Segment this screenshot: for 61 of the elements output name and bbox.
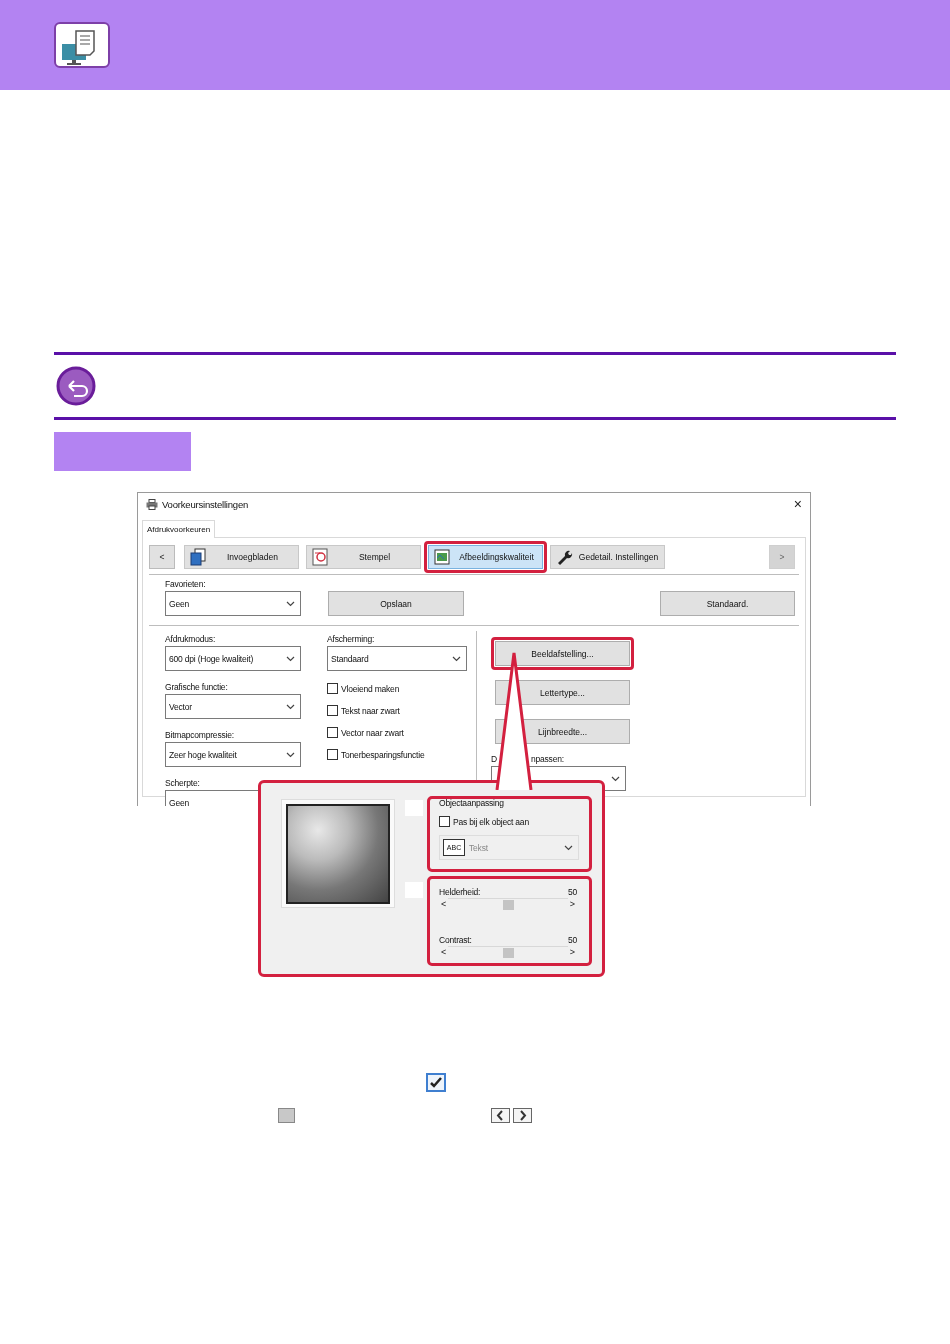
caret-icon — [286, 600, 295, 607]
checkbox[interactable] — [327, 705, 338, 716]
stamp-icon — [311, 548, 329, 566]
tab[interactable]: Afdrukvoorkeuren — [142, 520, 216, 538]
dropdown[interactable]: Vector — [165, 694, 301, 719]
checkbox-label: Vloeiend maken — [341, 683, 400, 694]
category-tab[interactable]: Afbeeldingskwaliteit — [428, 545, 543, 569]
field-label: Grafische functie: — [165, 682, 229, 693]
slider-value: 50 — [567, 887, 577, 898]
checkbox[interactable] — [327, 683, 338, 694]
field-label: D — [491, 754, 497, 765]
caret-icon — [564, 844, 573, 851]
checkbox-label: Tonerbesparingsfunctie — [341, 749, 425, 760]
save-button[interactable]: Opslaan — [328, 591, 464, 616]
field-label: Bitmapcompressie: — [165, 730, 235, 741]
dropdown[interactable]: Standaard — [327, 646, 467, 671]
checkbox[interactable] — [327, 749, 338, 760]
checkbox[interactable] — [327, 727, 338, 738]
increase-button[interactable]: > — [567, 899, 577, 909]
slider-thumb[interactable] — [503, 900, 514, 910]
field-label: Favorieten: — [165, 579, 207, 590]
printer-icon — [146, 498, 158, 510]
decrease-button[interactable]: < — [439, 947, 449, 957]
dialog-button[interactable]: Lettertype... — [495, 680, 630, 705]
caret-icon — [286, 751, 295, 758]
checkbox-label: Pas bij elk object aan — [453, 816, 529, 827]
category-tab[interactable]: Gedetail. Instellingen — [550, 545, 665, 569]
dialog-button[interactable]: Beeldafstelling... — [495, 641, 630, 666]
dropdown[interactable]: 600 dpi (Hoge kwaliteit) — [165, 646, 301, 671]
category-tab[interactable]: Invoegbladen — [184, 545, 299, 569]
window-title: Voorkeursinstellingen — [162, 498, 250, 510]
group-title: Objectaanpassing — [439, 797, 505, 809]
pages-icon — [189, 548, 207, 566]
field-label: npassen: — [530, 754, 564, 765]
caret-icon — [611, 775, 620, 782]
caret-icon — [286, 655, 295, 662]
category-tab[interactable]: Stempel — [306, 545, 421, 569]
slider-thumb-icon — [278, 1108, 295, 1123]
dropdown[interactable]: Geen — [165, 591, 301, 616]
caret-icon — [286, 703, 295, 710]
slider-value: 50 — [567, 935, 577, 946]
checkbox-label: Vector naar zwart — [341, 727, 404, 738]
field-label: Afscherming: — [327, 634, 376, 645]
slider-thumb[interactable] — [503, 948, 514, 958]
picture-icon — [433, 548, 451, 566]
dropdown[interactable]: Zeer hoge kwaliteit — [165, 742, 301, 767]
checkbox[interactable] — [439, 816, 450, 827]
computer-document-icon — [54, 22, 110, 68]
slider-label: Helderheid: — [439, 887, 481, 898]
caret-icon — [452, 655, 461, 662]
slider-label: Contrast: — [439, 935, 472, 946]
field-label: Afdrukmodus: — [165, 634, 217, 645]
previous-button[interactable]: < — [149, 545, 175, 569]
default-button[interactable]: Standaard. — [660, 591, 795, 616]
decrease-button[interactable]: < — [439, 899, 449, 909]
close-button[interactable]: × — [785, 496, 810, 512]
checkbox-label: Tekst naar zwart — [341, 705, 400, 716]
return-icon[interactable] — [56, 366, 96, 406]
checked-checkbox-icon — [426, 1073, 446, 1092]
field-label: Scherpte: — [165, 778, 201, 789]
increase-button[interactable]: > — [567, 947, 577, 957]
